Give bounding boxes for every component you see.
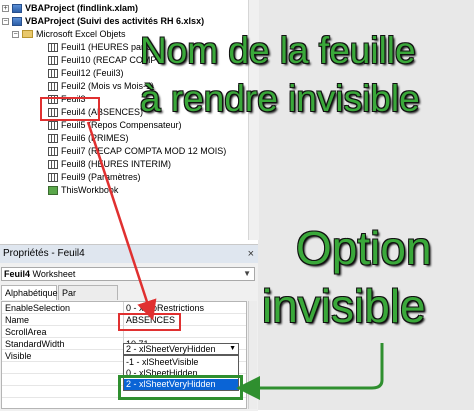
tree-item-feuil7[interactable]: Feuil7 (RECAP COMPTA MOD 12 MOIS) (48, 146, 226, 156)
object-type: Worksheet (32, 269, 76, 279)
annotation-option-line1: Option (296, 222, 432, 274)
tree-item-suivi-project[interactable]: − VBAProject (Suivi des activités RH 6.x… (2, 16, 204, 26)
visible-select[interactable]: 2 - xlSheetVeryHidden ▼ (123, 343, 239, 355)
sheet-icon (48, 133, 58, 143)
tree-item-findlink-project[interactable]: + VBAProject (findlink.xlam) (2, 3, 138, 13)
highlight-sheet-box (40, 97, 100, 121)
tree-item-label: Feuil8 (HEURES INTERIM) (61, 159, 172, 169)
tab-alphabetique[interactable]: Alphabétique (1, 285, 58, 300)
annotation-sheet-name-line2: à rendre invisible (140, 78, 420, 119)
folder-icon (22, 30, 33, 38)
close-icon[interactable]: × (248, 245, 254, 263)
collapse-icon[interactable]: − (2, 17, 9, 25)
workbook-icon (48, 185, 58, 195)
tree-item-label: VBAProject (Suivi des activités RH 6.xls… (25, 16, 205, 26)
properties-title-bar: Propriétés - Feuil4 × (0, 245, 258, 263)
tree-item-label: ThisWorkbook (61, 185, 119, 195)
dropdown-option-visible[interactable]: -1 - xlSheetVisible (124, 357, 238, 368)
expand-icon[interactable]: + (2, 4, 9, 12)
collapse-icon[interactable]: − (12, 30, 19, 38)
tree-item-feuil8[interactable]: Feuil8 (HEURES INTERIM) (48, 159, 171, 169)
chevron-down-icon[interactable]: ▼ (229, 344, 236, 354)
tree-item-thisworkbook[interactable]: ThisWorkbook (48, 185, 118, 195)
sheet-icon (48, 81, 58, 91)
tree-item-label: Feuil1 (HEURES par S (61, 42, 153, 52)
sheet-icon (48, 68, 58, 78)
property-name: Visible (5, 351, 32, 361)
annotation-option-line2: invisible (262, 280, 426, 332)
tree-item-label: Feuil12 (Feuil3) (61, 68, 124, 78)
tree-item-label: Feuil7 (RECAP COMPTA MOD 12 MOIS) (61, 146, 227, 156)
property-name: EnableSelection (5, 303, 71, 313)
tree-item-label: VBAProject (findlink.xlam) (25, 3, 139, 13)
property-name: Name (5, 315, 30, 325)
tree-item-feuil1[interactable]: Feuil1 (HEURES par S (48, 42, 153, 52)
chevron-down-icon[interactable]: ▼ (243, 268, 251, 280)
tab-par-categorie[interactable]: Par catégorie (58, 285, 118, 313)
sheet-icon (48, 172, 58, 182)
highlight-option-box (118, 375, 243, 400)
tree-item-label: Feuil9 (Paramètres) (61, 172, 141, 182)
tree-item-feuil2[interactable]: Feuil2 (Mois vs Mois-1) (48, 81, 154, 91)
tree-item-feuil9[interactable]: Feuil9 (Paramètres) (48, 172, 141, 182)
highlight-name-box (118, 313, 181, 331)
tree-item-label: Feuil5 (Repos Compensateur) (61, 120, 182, 130)
property-name: StandardWidth (5, 339, 65, 349)
object-selector[interactable]: Feuil4 Worksheet ▼ (1, 267, 255, 281)
tree-item-feuil5[interactable]: Feuil5 (Repos Compensateur) (48, 120, 182, 130)
object-name: Feuil4 (4, 269, 31, 279)
sheet-icon (48, 159, 58, 169)
sheet-icon (48, 146, 58, 156)
project-icon (12, 16, 22, 26)
annotation-sheet-name-line1: Nom de la feuille (140, 30, 416, 71)
tree-item-feuil6[interactable]: Feuil6 (PRIMES) (48, 133, 129, 143)
properties-title: Propriétés - Feuil4 (3, 248, 85, 259)
visible-select-value: 2 - xlSheetVeryHidden (126, 344, 216, 354)
tree-item-label: Microsoft Excel Objets (36, 29, 126, 39)
property-name: ScrollArea (5, 327, 47, 337)
tree-item-label: Feuil6 (PRIMES) (61, 133, 129, 143)
sheet-icon (48, 120, 58, 130)
tree-item-excel-objects[interactable]: − Microsoft Excel Objets (12, 29, 126, 39)
sheet-icon (48, 42, 58, 52)
properties-scrollbar[interactable] (248, 301, 257, 409)
sheet-icon (48, 55, 58, 65)
project-icon (12, 3, 22, 13)
tree-item-feuil12[interactable]: Feuil12 (Feuil3) (48, 68, 124, 78)
